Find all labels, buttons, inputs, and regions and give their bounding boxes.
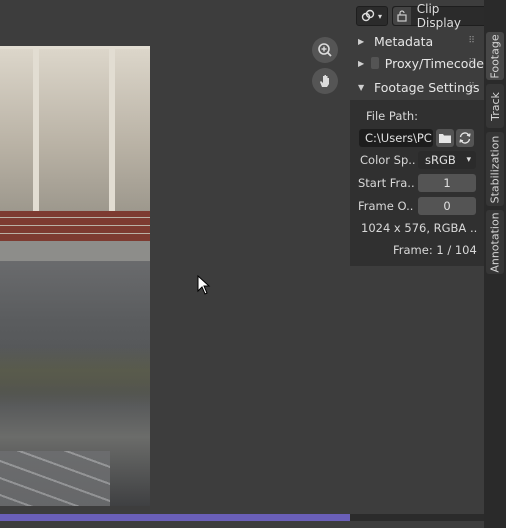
tab-stabilization[interactable]: Stabilization [486,132,504,206]
color-space-label: Color Sp.. [360,153,416,167]
clip-display-dropdown[interactable]: Clip Display ▾ [392,2,498,30]
start-frame-label: Start Fra.. [358,176,415,190]
frame-offset-label: Frame O.. [358,199,414,213]
start-frame-field[interactable]: 1 [418,174,476,192]
window-pane [0,46,36,217]
timeline-progress[interactable] [0,514,350,521]
frame-offset-field[interactable]: 0 [418,197,476,215]
proxy-checkbox[interactable] [370,57,379,69]
brick-wall [0,211,150,241]
chevron-down-icon: ▾ [378,11,383,21]
triangle-down-icon: ▼ [358,82,365,92]
color-space-value: sRGB [425,153,456,167]
moss-strip [0,346,150,406]
sidebar-header: ▾ Clip Display ▾ [350,0,498,30]
triangle-right-icon: ▶ [358,36,365,46]
tab-track-label: Track [488,91,502,121]
lock-icon [393,7,411,25]
mouse-cursor-icon [197,275,211,295]
tab-stabilization-label: Stabilization [488,135,502,203]
drag-handle-icon[interactable]: ⠿ [468,58,475,68]
tab-track[interactable]: Track [486,84,504,128]
color-space-dropdown[interactable]: sRGB ▾ [418,151,476,169]
paving-stones [0,451,110,506]
footage-panel: ▶ Metadata ⠿ ▶ Proxy/Timecode ⠿ ▼ Footag… [350,30,484,266]
tab-annotation-label: Annotation [488,211,502,273]
curb [0,241,150,261]
footage-settings-body: File Path: C:\Users\PC.. Color Sp.. sRGB… [350,100,484,266]
tab-annotation[interactable]: Annotation [486,210,504,274]
zoom-in-icon[interactable] [312,37,338,63]
clip-display-label: Clip Display [416,2,461,30]
reload-icon[interactable] [456,129,474,147]
window-pane [112,46,150,217]
file-path-label: File Path: [366,109,419,123]
metadata-header[interactable]: ▶ Metadata ⠿ [350,30,484,52]
frame-info: Frame: 1 / 104 [393,243,477,257]
drag-handle-icon[interactable]: ⠿ [468,36,475,46]
folder-icon[interactable] [436,129,454,147]
hand-icon[interactable] [312,68,338,94]
footage-settings-header[interactable]: ▼ Footage Settings ⠿ [350,76,484,98]
chevron-down-icon: ▾ [466,155,471,165]
window-pane [36,46,112,217]
resolution-info: 1024 x 576, RGBA .. [361,221,478,235]
tab-footage[interactable]: Footage [486,32,504,80]
footage-frame [0,46,150,506]
link-icon [361,9,375,22]
overlay-dropdown[interactable]: ▾ [356,6,388,26]
tab-footage-label: Footage [488,33,502,79]
footage-settings-label: Footage Settings [374,79,480,95]
metadata-label: Metadata [374,33,434,49]
proxy-header[interactable]: ▶ Proxy/Timecode ⠿ [350,52,484,74]
timeline-track [350,514,484,521]
triangle-right-icon: ▶ [358,58,365,68]
drag-handle-icon[interactable]: ⠿ [468,82,475,92]
file-path-field[interactable]: C:\Users\PC.. [359,129,433,147]
sidebar-tabs: Footage Track Stabilization Annotation [484,0,506,528]
